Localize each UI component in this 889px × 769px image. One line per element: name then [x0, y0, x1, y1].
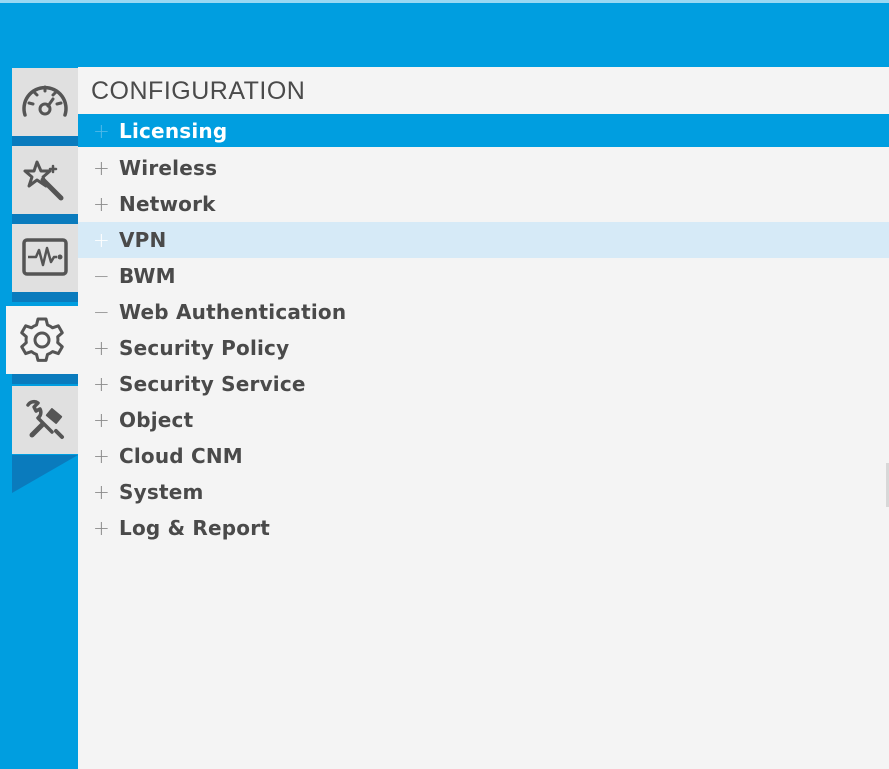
menu-item-label: Security Policy — [119, 336, 290, 360]
tab-dashboard[interactable] — [12, 68, 78, 136]
tab-divider — [12, 136, 78, 146]
expand-icon[interactable]: + — [93, 446, 110, 466]
menu-item-label: Network — [119, 192, 216, 216]
menu-item-security-policy[interactable]: + Security Policy — [78, 330, 889, 366]
collapse-icon[interactable]: − — [93, 266, 110, 286]
menu-item-wireless[interactable]: + Wireless — [78, 150, 889, 186]
menu-item-label: Wireless — [119, 156, 218, 180]
menu-item-label: Object — [119, 408, 194, 432]
page-title: CONFIGURATION — [91, 77, 306, 105]
tab-divider — [12, 292, 78, 302]
tab-divider — [12, 214, 78, 224]
menu-item-label: Web Authentication — [119, 300, 347, 324]
tab-strip-fold — [12, 455, 78, 493]
configuration-panel: CONFIGURATION + Licensing + Wireless + N… — [78, 67, 889, 769]
speedometer-icon — [19, 79, 71, 125]
tab-quick-setup[interactable] — [12, 146, 78, 214]
menu-item-security-service[interactable]: + Security Service — [78, 366, 889, 402]
tools-icon — [20, 395, 70, 445]
tab-maintenance[interactable] — [12, 386, 78, 454]
tab-divider — [12, 374, 78, 384]
expand-icon[interactable]: + — [93, 410, 110, 430]
configuration-menu: + Licensing + Wireless + Network + VPN −… — [78, 114, 889, 546]
pulse-monitor-icon — [20, 236, 70, 280]
tab-monitor[interactable] — [12, 224, 78, 292]
expand-icon[interactable]: + — [93, 374, 110, 394]
menu-item-label: BWM — [119, 264, 176, 288]
tab-configuration[interactable] — [6, 306, 78, 374]
menu-item-label: Licensing — [119, 118, 228, 143]
expand-icon[interactable]: + — [93, 518, 110, 538]
menu-item-web-authentication[interactable]: − Web Authentication — [78, 294, 889, 330]
menu-item-log-report[interactable]: + Log & Report — [78, 510, 889, 546]
gear-icon — [17, 315, 67, 365]
expand-icon[interactable]: + — [93, 230, 110, 250]
menu-item-label: Security Service — [119, 372, 306, 396]
expand-icon[interactable]: + — [93, 338, 110, 358]
menu-item-vpn[interactable]: + VPN — [78, 222, 889, 258]
menu-item-system[interactable]: + System — [78, 474, 889, 510]
magic-wand-icon — [21, 156, 69, 204]
menu-item-cloud-cnm[interactable]: + Cloud CNM — [78, 438, 889, 474]
menu-item-label: Cloud CNM — [119, 444, 243, 468]
header-edge — [0, 0, 889, 3]
top-header-bar — [0, 0, 889, 67]
menu-item-object[interactable]: + Object — [78, 402, 889, 438]
menu-item-label: VPN — [119, 228, 167, 252]
expand-icon[interactable]: + — [93, 194, 110, 214]
expand-icon[interactable]: + — [93, 158, 110, 178]
menu-item-bwm[interactable]: − BWM — [78, 258, 889, 294]
menu-item-label: Log & Report — [119, 516, 271, 540]
menu-item-label: System — [119, 480, 204, 504]
expand-icon[interactable]: + — [93, 121, 110, 141]
collapse-icon[interactable]: − — [93, 302, 110, 322]
expand-icon[interactable]: + — [93, 482, 110, 502]
menu-item-licensing[interactable]: + Licensing — [78, 114, 889, 147]
menu-item-network[interactable]: + Network — [78, 186, 889, 222]
